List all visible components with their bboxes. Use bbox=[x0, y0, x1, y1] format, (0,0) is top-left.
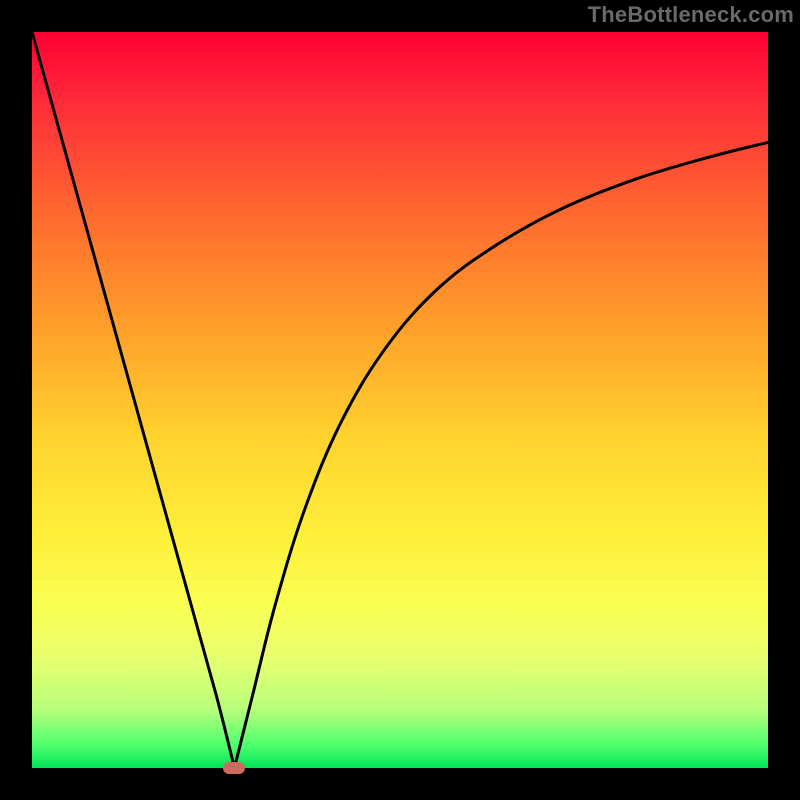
curve-left bbox=[32, 32, 234, 768]
min-marker bbox=[223, 762, 245, 774]
watermark-text: TheBottleneck.com bbox=[588, 2, 794, 28]
chart-frame: TheBottleneck.com bbox=[0, 0, 800, 800]
curve-right bbox=[234, 142, 768, 768]
plot-area bbox=[32, 32, 768, 768]
curve-layer bbox=[32, 32, 768, 768]
